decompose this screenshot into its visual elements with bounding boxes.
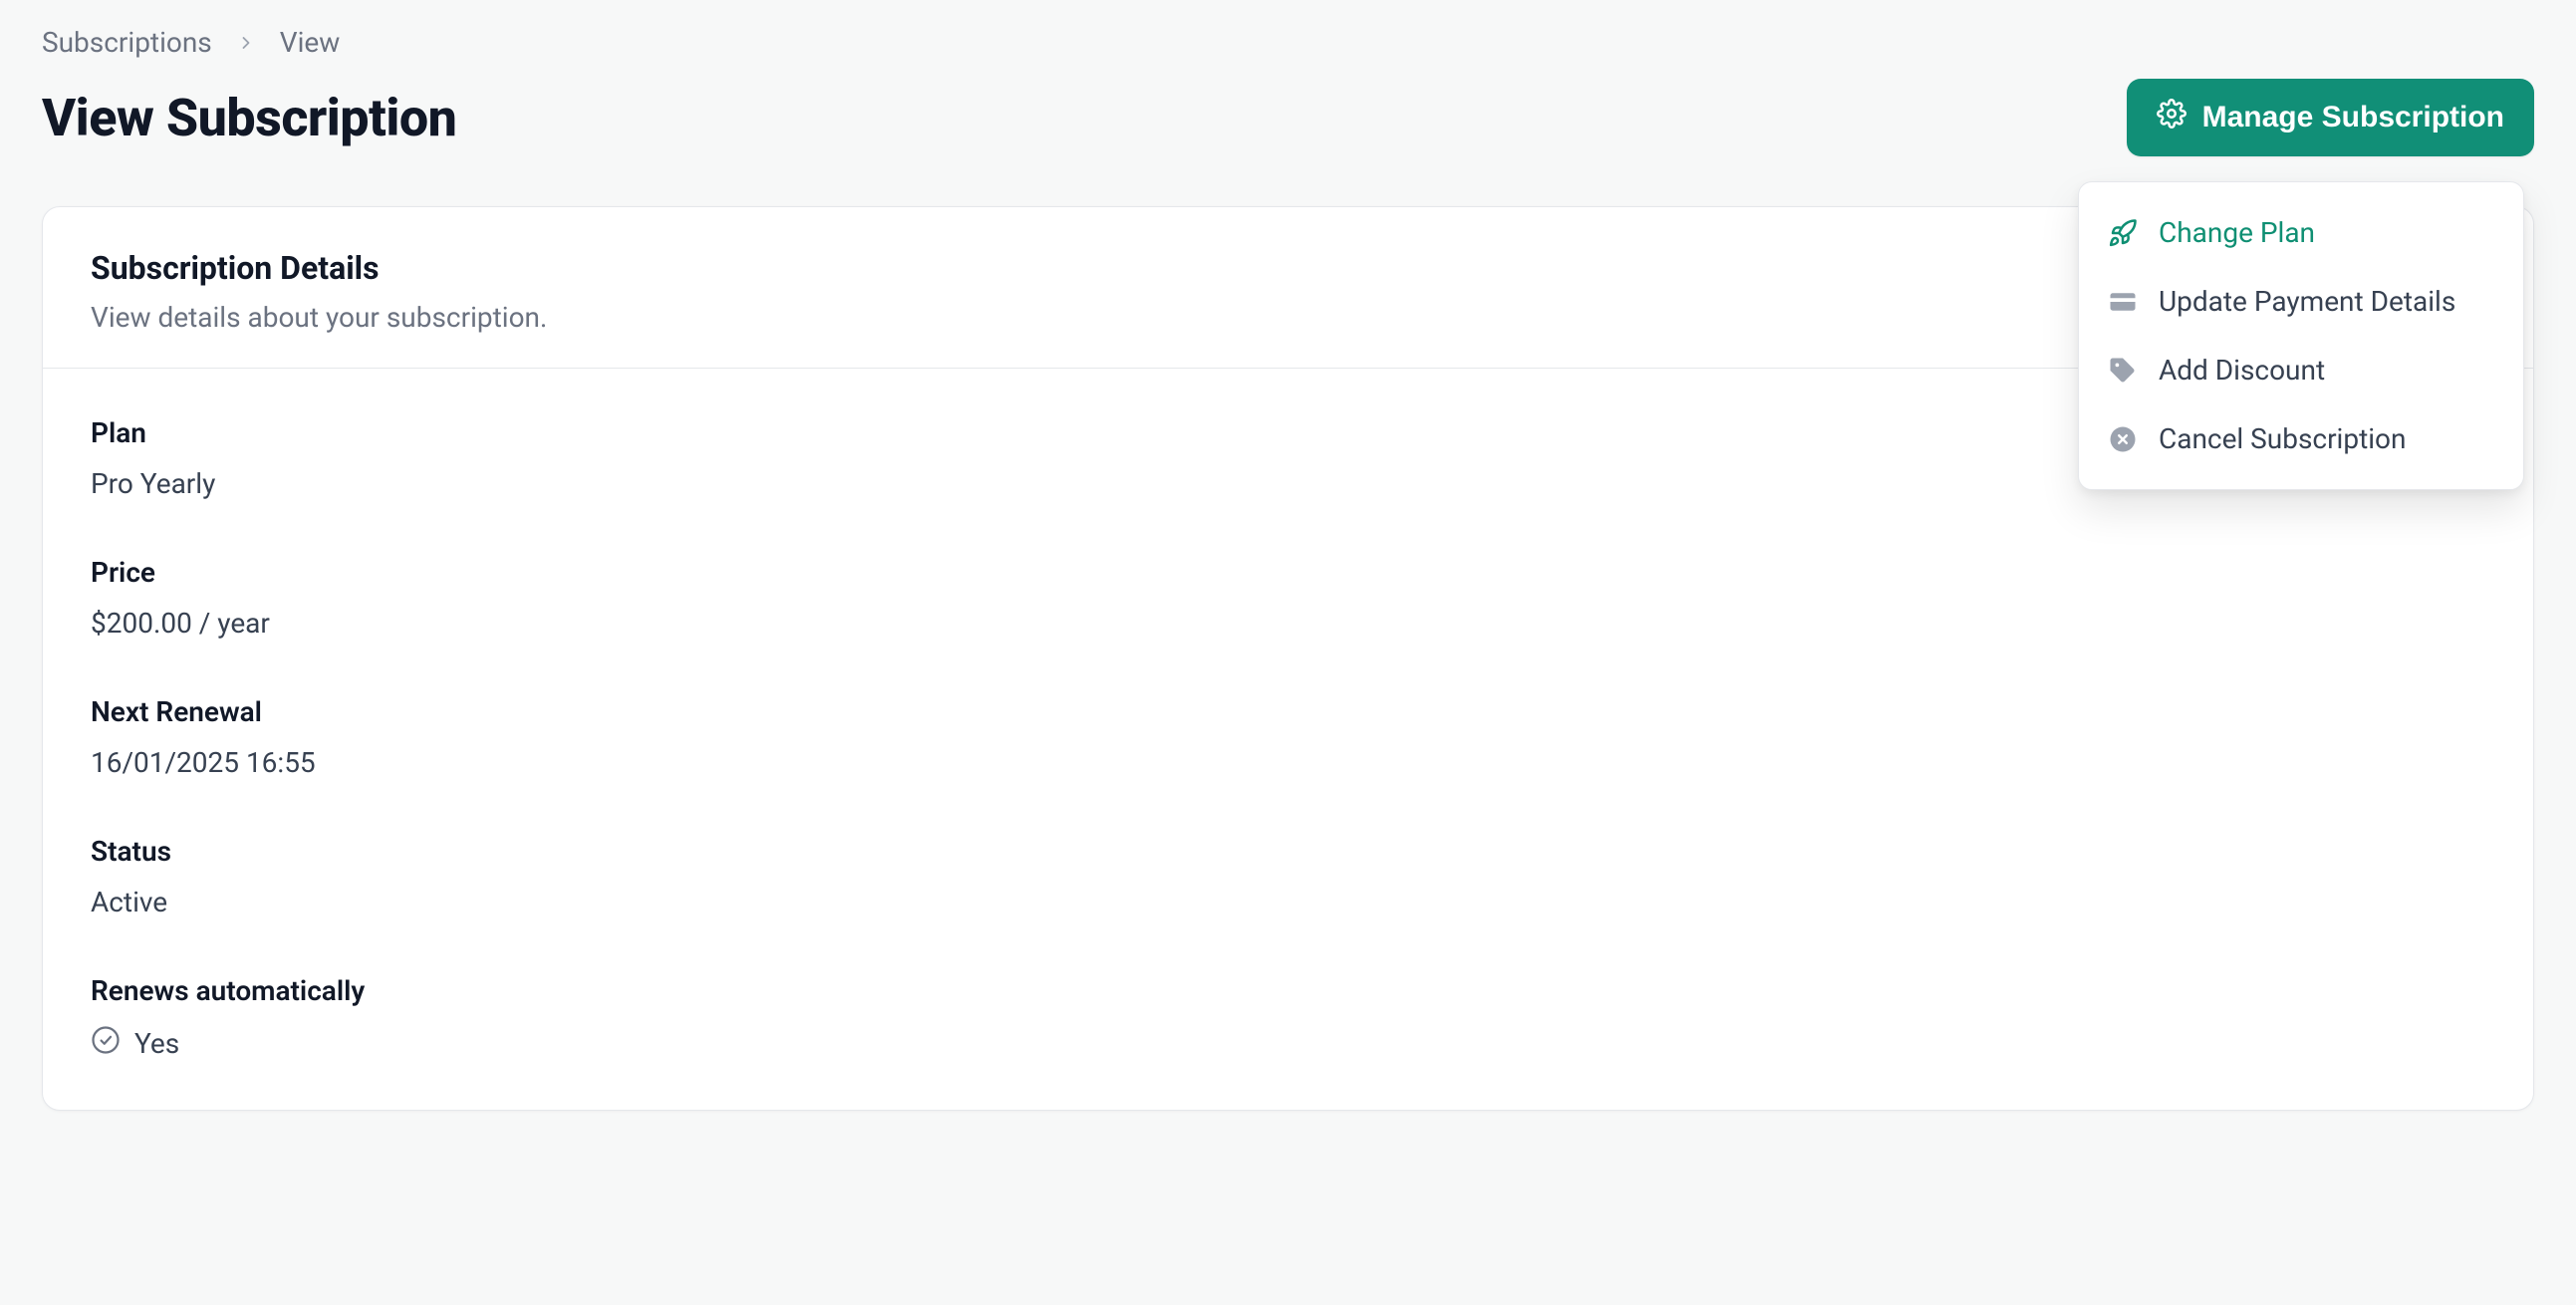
field-label-autorenew: Renews automatically bbox=[91, 974, 2485, 1007]
manage-subscription-dropdown: Change Plan Update Payment Details Add D… bbox=[2078, 181, 2524, 490]
credit-card-icon bbox=[2107, 286, 2139, 318]
chevron-right-icon bbox=[236, 33, 256, 53]
field-status: Status Active bbox=[91, 835, 2485, 918]
field-value-renewal: 16/01/2025 16:55 bbox=[91, 746, 2485, 779]
field-price: Price $200.00 / year bbox=[91, 556, 2485, 640]
dropdown-item-cancel-subscription[interactable]: Cancel Subscription bbox=[2079, 404, 2523, 473]
field-label-renewal: Next Renewal bbox=[91, 695, 2485, 728]
dropdown-item-add-discount[interactable]: Add Discount bbox=[2079, 336, 2523, 404]
tag-icon bbox=[2107, 355, 2139, 387]
breadcrumb-current: View bbox=[280, 26, 341, 59]
gear-icon bbox=[2157, 99, 2187, 136]
field-label-price: Price bbox=[91, 556, 2485, 589]
dropdown-item-change-plan[interactable]: Change Plan bbox=[2079, 198, 2523, 267]
field-label-status: Status bbox=[91, 835, 2485, 868]
manage-subscription-button[interactable]: Manage Subscription bbox=[2127, 79, 2534, 156]
dropdown-label-update-payment: Update Payment Details bbox=[2159, 285, 2455, 318]
field-value-price: $200.00 / year bbox=[91, 607, 2485, 640]
page-title: View Subscription bbox=[42, 88, 456, 148]
field-autorenew: Renews automatically Yes bbox=[91, 974, 2485, 1062]
dropdown-label-cancel-subscription: Cancel Subscription bbox=[2159, 422, 2407, 455]
rocket-icon bbox=[2107, 217, 2139, 249]
check-circle-icon bbox=[91, 1025, 121, 1062]
x-circle-icon bbox=[2107, 423, 2139, 455]
breadcrumb-subscriptions-link[interactable]: Subscriptions bbox=[42, 26, 212, 59]
dropdown-label-add-discount: Add Discount bbox=[2159, 354, 2325, 387]
manage-subscription-label: Manage Subscription bbox=[2202, 101, 2504, 134]
field-value-status: Active bbox=[91, 886, 2485, 918]
dropdown-label-change-plan: Change Plan bbox=[2159, 216, 2315, 249]
autorenew-text: Yes bbox=[134, 1027, 179, 1060]
breadcrumb: Subscriptions View bbox=[42, 26, 2534, 59]
field-value-autorenew: Yes bbox=[91, 1025, 179, 1062]
dropdown-item-update-payment[interactable]: Update Payment Details bbox=[2079, 267, 2523, 336]
field-next-renewal: Next Renewal 16/01/2025 16:55 bbox=[91, 695, 2485, 779]
